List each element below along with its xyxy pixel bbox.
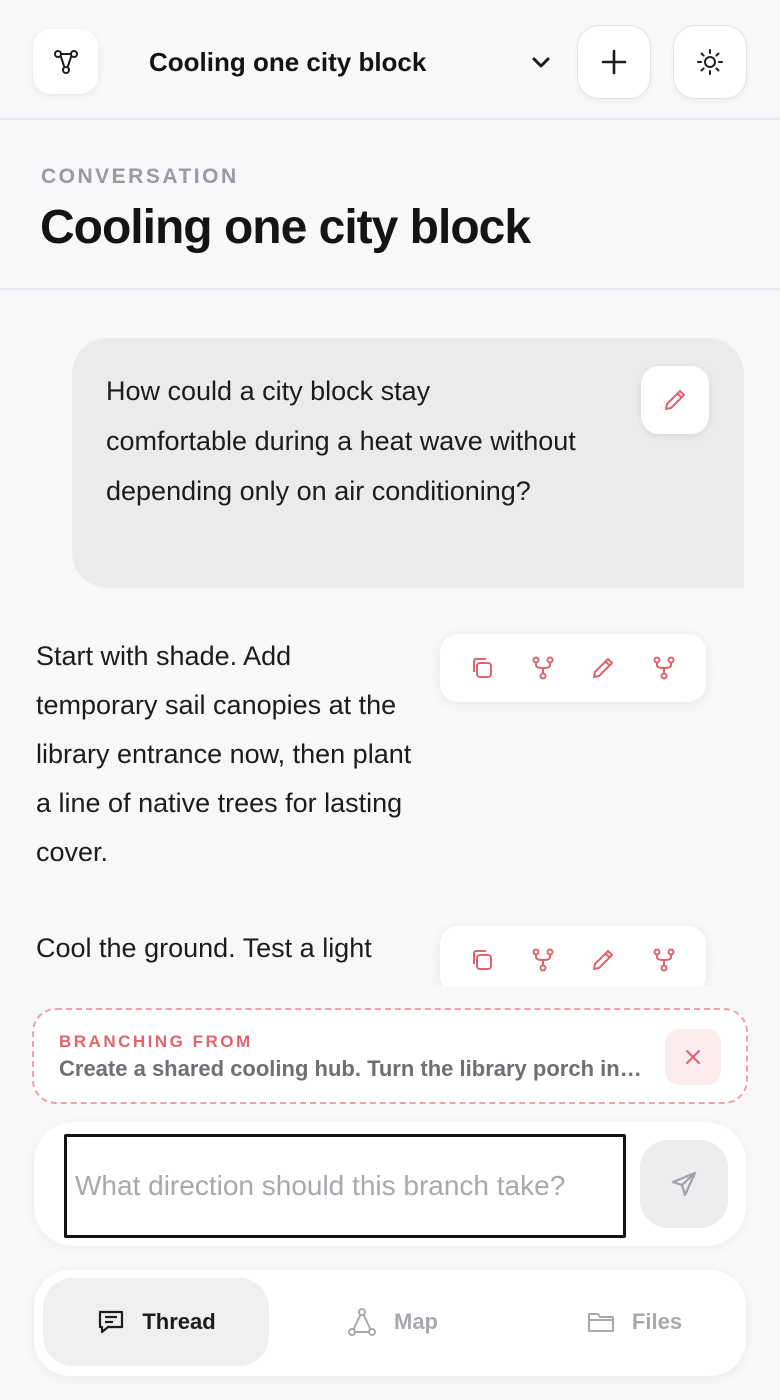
copy-button[interactable]	[460, 646, 504, 690]
theme-toggle-button[interactable]	[673, 25, 747, 99]
message-composer	[34, 1122, 746, 1246]
branch-icon	[653, 948, 675, 972]
graph-logo-icon	[53, 49, 78, 74]
tab-files[interactable]: Files	[554, 1278, 714, 1366]
fork-button[interactable]	[642, 646, 686, 690]
branch-icon	[653, 656, 675, 680]
app-logo-button[interactable]	[33, 29, 98, 94]
pencil-icon	[593, 658, 614, 678]
branch-button[interactable]	[521, 646, 565, 690]
top-bar: Cooling one city block	[0, 0, 780, 120]
copy-icon	[473, 658, 493, 678]
cancel-branch-button[interactable]	[665, 1029, 721, 1085]
folder-icon	[587, 1313, 614, 1332]
branch-direction-input[interactable]	[64, 1134, 626, 1238]
chevron-down-icon	[528, 49, 554, 75]
branch-button[interactable]	[521, 938, 565, 982]
branch-icon	[532, 656, 554, 680]
plus-icon	[601, 49, 627, 75]
tab-thread-label: Thread	[142, 1309, 216, 1334]
sun-icon	[697, 49, 723, 75]
assistant-message: Cool the ground. Test a light	[36, 933, 372, 963]
fork-button[interactable]	[642, 938, 686, 982]
chat-icon	[99, 1310, 124, 1334]
tab-files-label: Files	[631, 1309, 683, 1334]
copy-icon	[473, 950, 493, 970]
page-title: Cooling one city block	[40, 201, 531, 254]
conversation-select-label: Cooling one city block	[149, 46, 427, 77]
user-message: How could a city block stay comfortable …	[72, 338, 744, 588]
pencil-icon	[665, 390, 685, 410]
tab-map-label: Map	[394, 1309, 438, 1334]
pencil-icon	[593, 950, 614, 970]
copy-button[interactable]	[460, 938, 504, 982]
conversation-eyebrow: CONVERSATION	[41, 165, 239, 188]
message-actions	[440, 926, 706, 994]
user-message-text: How could a city block stay comfortable …	[106, 376, 576, 506]
message-actions	[440, 634, 706, 702]
conversation-header: CONVERSATION Cooling one city block	[0, 120, 780, 290]
conversation-select[interactable]: Cooling one city block	[132, 24, 564, 100]
branching-label: BRANCHING FROM	[59, 1032, 253, 1051]
assistant-message: Start with shade. Add temporary sail can…	[36, 641, 412, 867]
edit-message-button[interactable]	[641, 366, 709, 434]
new-conversation-button[interactable]	[577, 25, 651, 99]
map-icon	[348, 1308, 376, 1336]
send-button[interactable]	[640, 1140, 728, 1228]
tab-map[interactable]: Map	[312, 1278, 472, 1366]
edit-button[interactable]	[581, 646, 625, 690]
send-icon	[671, 1171, 697, 1197]
edit-button[interactable]	[581, 938, 625, 982]
branching-notice: BRANCHING FROM Create a shared cooling h…	[32, 1008, 748, 1104]
branching-snippet: Create a shared cooling hub. Turn the li…	[59, 1056, 644, 1081]
bottom-nav: Thread Map Files	[34, 1270, 746, 1376]
tab-thread[interactable]: Thread	[43, 1278, 269, 1366]
close-icon	[686, 1050, 700, 1064]
branch-icon	[532, 948, 554, 972]
